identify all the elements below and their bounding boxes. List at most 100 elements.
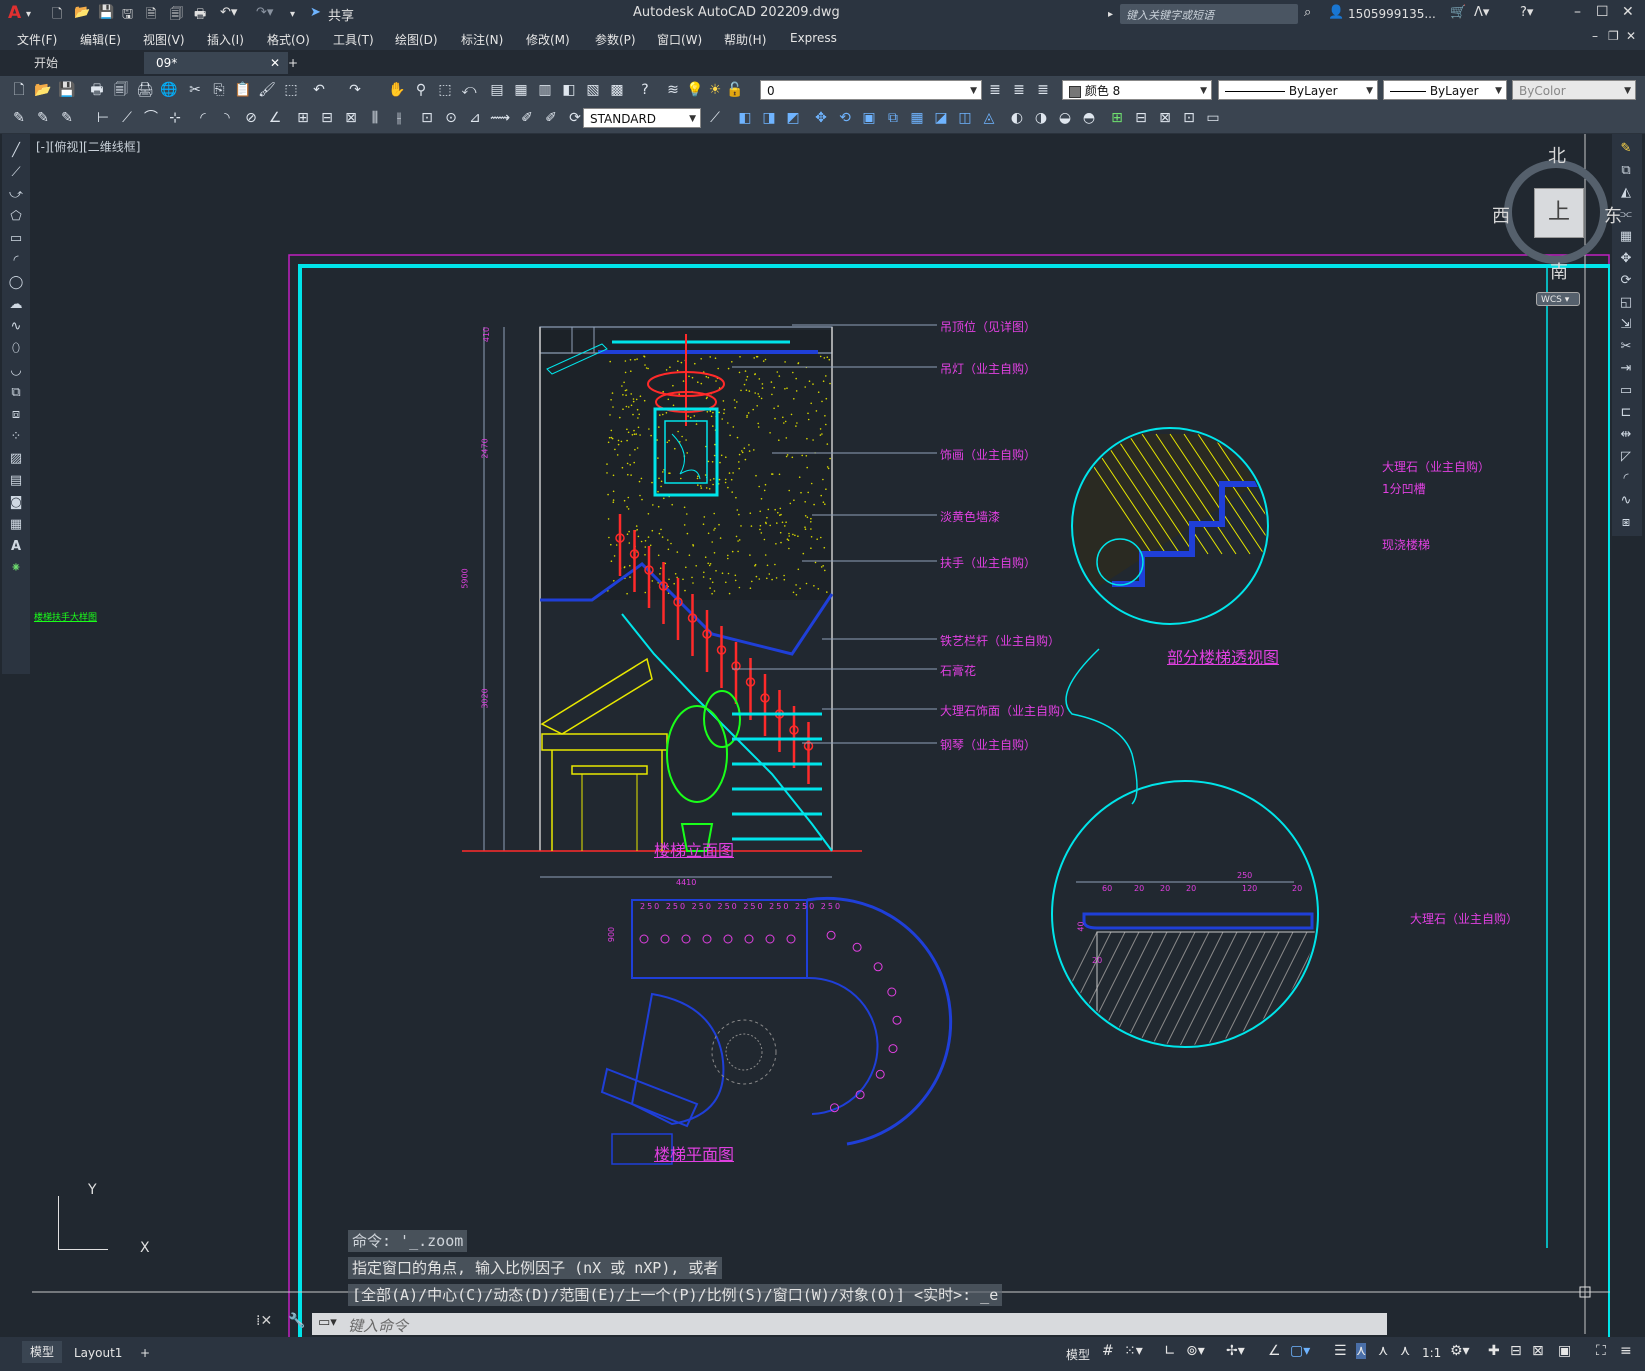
menu-insert[interactable]: 插入(I): [207, 31, 244, 48]
help-tb-icon[interactable]: ?: [636, 81, 654, 99]
search-box[interactable]: 键入关键字或短语: [1120, 4, 1298, 24]
dim-diameter-icon[interactable]: ⊘: [242, 109, 260, 127]
rotate-icon[interactable]: ⟳: [1617, 272, 1635, 290]
copy-object-icon[interactable]: ⧉: [1617, 162, 1635, 180]
print-preview-icon[interactable]: 🗐: [112, 81, 130, 99]
command-input[interactable]: ▭▾ 键入命令: [312, 1313, 1387, 1335]
layer-state-icon[interactable]: ≣: [1034, 81, 1052, 99]
cut-icon[interactable]: ✂: [186, 81, 204, 99]
pan-icon[interactable]: ✋: [388, 81, 406, 99]
zoom-realtime-icon[interactable]: ⚲: [412, 81, 430, 99]
ucs-face-icon[interactable]: ⊡: [1180, 109, 1198, 127]
viewcube[interactable]: 上 北 南 东 西 WCS ▾: [1452, 142, 1622, 306]
dim-edit-icon[interactable]: ✐: [518, 109, 536, 127]
layer-previous-icon[interactable]: ≣: [1010, 81, 1028, 99]
menu-draw[interactable]: 绘图(D): [395, 31, 438, 48]
save-tb-icon[interactable]: 💾: [58, 81, 76, 99]
menu-express[interactable]: Express: [790, 31, 837, 45]
tab-layout1[interactable]: Layout1: [74, 1346, 122, 1360]
menu-file[interactable]: 文件(F): [17, 31, 57, 48]
open-file-icon[interactable]: 📂: [74, 5, 90, 23]
render-icon[interactable]: ◑: [1032, 109, 1050, 127]
ellipse-arc-icon[interactable]: ◡: [7, 362, 25, 380]
layer-on-icon[interactable]: 💡: [686, 81, 704, 99]
dim-linear-icon[interactable]: ⊢: [94, 109, 112, 127]
doc-minimize-icon[interactable]: –: [1592, 29, 1598, 43]
linetype-dropdown[interactable]: ByLayer ▼: [1218, 80, 1378, 100]
save-web-icon[interactable]: 🗐: [170, 5, 183, 23]
redo-tb-icon[interactable]: ↷: [346, 81, 364, 99]
3d-box-icon[interactable]: ◧: [736, 109, 754, 127]
maximize-icon[interactable]: ☐: [1596, 4, 1609, 20]
dim-text-edit-icon[interactable]: ✐: [542, 109, 560, 127]
table-style-icon[interactable]: ✎: [58, 109, 76, 127]
osnap-icon[interactable]: ▢▾: [1290, 1343, 1310, 1359]
chamfer-icon[interactable]: ◸: [1617, 448, 1635, 466]
break-icon[interactable]: ⊏: [1617, 404, 1635, 422]
3d-rotate-icon[interactable]: ⟲: [836, 109, 854, 127]
match-prop-icon[interactable]: 🖌: [258, 81, 276, 99]
3d-move-icon[interactable]: ✥: [812, 109, 830, 127]
quick-dim-icon[interactable]: ⊞: [294, 109, 312, 127]
grid-icon[interactable]: #: [1102, 1343, 1114, 1359]
tolerance-icon[interactable]: ⊡: [418, 109, 436, 127]
auto-scale-icon[interactable]: ⋏: [1378, 1343, 1388, 1359]
layer-manager-icon[interactable]: ≋: [664, 81, 682, 99]
ortho-icon[interactable]: ∟: [1164, 1343, 1176, 1359]
3d-wedge-icon[interactable]: ◨: [760, 109, 778, 127]
revcloud-icon[interactable]: ☁: [7, 296, 25, 314]
move-icon[interactable]: ✥: [1617, 250, 1635, 268]
tab-start[interactable]: 开始: [22, 52, 146, 74]
region-icon[interactable]: ◙: [7, 494, 25, 512]
design-center-icon[interactable]: ▦: [512, 81, 530, 99]
3d-cone-icon[interactable]: ◩: [784, 109, 802, 127]
dim-ordinate-icon[interactable]: ⊹: [166, 109, 184, 127]
hardware-accel-icon[interactable]: ▣: [1558, 1343, 1571, 1359]
undo-icon[interactable]: ↶▾: [220, 5, 237, 23]
join-icon[interactable]: ⇹: [1617, 426, 1635, 444]
annotation-scale-icon[interactable]: ⋏: [1400, 1343, 1410, 1359]
menu-window[interactable]: 窗口(W): [657, 31, 702, 48]
materials-icon[interactable]: ◒: [1056, 109, 1074, 127]
share-label[interactable]: 共享: [328, 5, 354, 24]
line-icon[interactable]: ╱: [7, 142, 25, 160]
mirror-icon[interactable]: ◭: [1617, 184, 1635, 202]
block-editor-icon[interactable]: ⬚: [282, 81, 300, 99]
units-icon[interactable]: ⊟: [1510, 1343, 1522, 1359]
break-point-icon[interactable]: ▭: [1617, 382, 1635, 400]
trim-icon[interactable]: ✂: [1617, 338, 1635, 356]
snap-icon[interactable]: ⁙▾: [1124, 1343, 1143, 1359]
viewcube-north[interactable]: 北: [1548, 142, 1566, 168]
lineweight-dropdown[interactable]: ByLayer ▼: [1383, 80, 1507, 100]
minimize-icon[interactable]: –: [1574, 4, 1581, 20]
point-icon[interactable]: ⁘: [7, 428, 25, 446]
slice-icon[interactable]: ◪: [932, 109, 950, 127]
redo-icon[interactable]: ↷▾: [256, 5, 273, 23]
menu-help[interactable]: 帮助(H): [724, 31, 766, 48]
lineweight-icon[interactable]: ☰: [1334, 1343, 1347, 1359]
isodraft-icon[interactable]: ✢▾: [1226, 1343, 1245, 1359]
print-icon[interactable]: 🖶: [88, 81, 106, 99]
qnew-icon[interactable]: 🗋: [10, 81, 28, 99]
annotation-scale-value[interactable]: 1:1: [1422, 1346, 1441, 1360]
annotation-visibility-icon[interactable]: ⋏: [1356, 1343, 1367, 1359]
zoom-window-icon[interactable]: ⬚: [436, 81, 454, 99]
dim-break-icon[interactable]: ⫲: [390, 109, 408, 127]
open-icon[interactable]: 📂: [34, 81, 52, 99]
globe-icon[interactable]: 🌐: [160, 81, 178, 99]
layer-freeze-icon[interactable]: ☀: [706, 81, 724, 99]
3d-mirror-icon[interactable]: ⧉: [884, 109, 902, 127]
mtext-draw-icon[interactable]: A: [7, 538, 25, 556]
app-menu-chevron-icon[interactable]: ▾: [26, 9, 31, 27]
inspect-icon[interactable]: ⊿: [466, 109, 484, 127]
dim-space-icon[interactable]: ⫼: [366, 109, 384, 127]
ucs-world-icon[interactable]: ⊟: [1132, 109, 1150, 127]
explode-icon[interactable]: ⧆: [1617, 514, 1635, 532]
layer-lock-icon[interactable]: 🔓: [726, 81, 744, 99]
viewcube-top-face[interactable]: 上: [1534, 188, 1584, 238]
cart-icon[interactable]: 🛒: [1450, 5, 1466, 23]
text-style-icon[interactable]: ✎: [10, 109, 28, 127]
3d-array-icon[interactable]: ▦: [908, 109, 926, 127]
ellipse-icon[interactable]: ⬯: [7, 340, 25, 358]
menu-dimension[interactable]: 标注(N): [461, 31, 503, 48]
